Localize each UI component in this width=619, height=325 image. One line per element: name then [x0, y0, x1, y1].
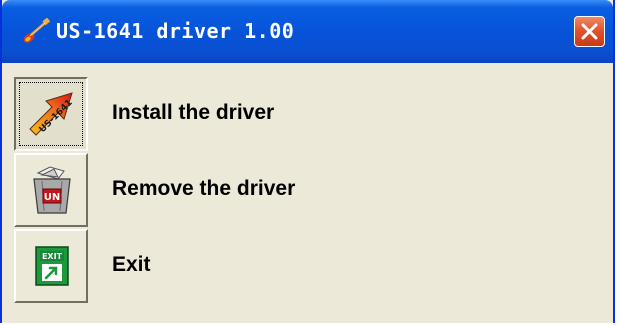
client-area: US-1641 Install the driver UN Remove the…	[2, 63, 613, 323]
uninstall-icon-text: UN	[44, 192, 61, 203]
install-driver-button[interactable]: US-1641	[14, 77, 88, 151]
trash-bin-uninstall-icon: UN	[33, 166, 71, 214]
close-icon	[581, 23, 598, 40]
exit-icon-text: EXIT	[42, 252, 63, 261]
remove-driver-button[interactable]: UN	[14, 153, 88, 227]
install-driver-label[interactable]: Install the driver	[112, 101, 274, 125]
exit-row: EXIT Exit	[14, 229, 574, 303]
us-1641-install-icon: US-1641	[29, 92, 75, 136]
window-title: US-1641 driver 1.00	[56, 19, 295, 43]
exit-label[interactable]: Exit	[112, 253, 151, 277]
app-window: US-1641 driver 1.00 US-1641 Install the …	[0, 0, 615, 323]
install-driver-row: US-1641 Install the driver	[14, 77, 574, 151]
title-bar[interactable]: US-1641 driver 1.00	[2, 0, 613, 63]
install-icon-text: US-1641	[38, 98, 75, 135]
exit-door-icon: EXIT	[35, 246, 69, 286]
remove-driver-row: UN Remove the driver	[14, 153, 574, 227]
guitar-icon	[23, 18, 50, 43]
remove-driver-label[interactable]: Remove the driver	[112, 177, 295, 201]
close-button[interactable]	[574, 16, 605, 47]
exit-button[interactable]: EXIT	[14, 229, 88, 303]
